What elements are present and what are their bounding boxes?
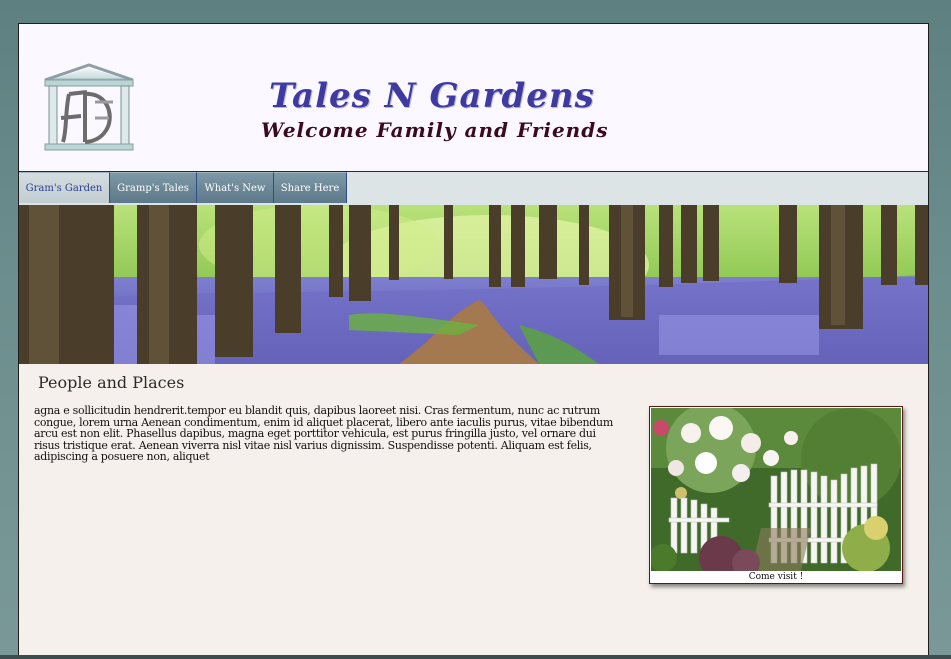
garden-gate-image [651, 408, 901, 571]
nav-grams-garden[interactable]: Gram's Garden [19, 172, 110, 203]
site-subtitle: Welcome Family and Friends [261, 118, 609, 142]
section-heading: People and Places [38, 373, 185, 392]
site-header: Tales N Gardens Welcome Family and Frien… [19, 24, 928, 172]
photo-frame: Come visit ! [649, 406, 903, 584]
bluebell-forest-image [19, 205, 928, 364]
photo-caption: Come visit ! [748, 572, 804, 582]
site-title: Tales N Gardens [269, 76, 595, 116]
nav-whats-new[interactable]: What's New [197, 172, 274, 203]
garden-photo [651, 408, 901, 571]
house-monogram-logo-icon [44, 63, 134, 151]
body-paragraph: agna e sollicitudin hendrerit.tempor eu … [34, 404, 613, 463]
banner-image [19, 205, 928, 364]
main-nav: Gram's Garden Gramp's Tales What's New S… [19, 172, 928, 206]
nav-gramps-tales[interactable]: Gramp's Tales [110, 172, 197, 203]
page-container: Tales N Gardens Welcome Family and Frien… [18, 23, 929, 659]
nav-share-here[interactable]: Share Here [274, 172, 347, 203]
window-bottom-edge [0, 655, 951, 659]
